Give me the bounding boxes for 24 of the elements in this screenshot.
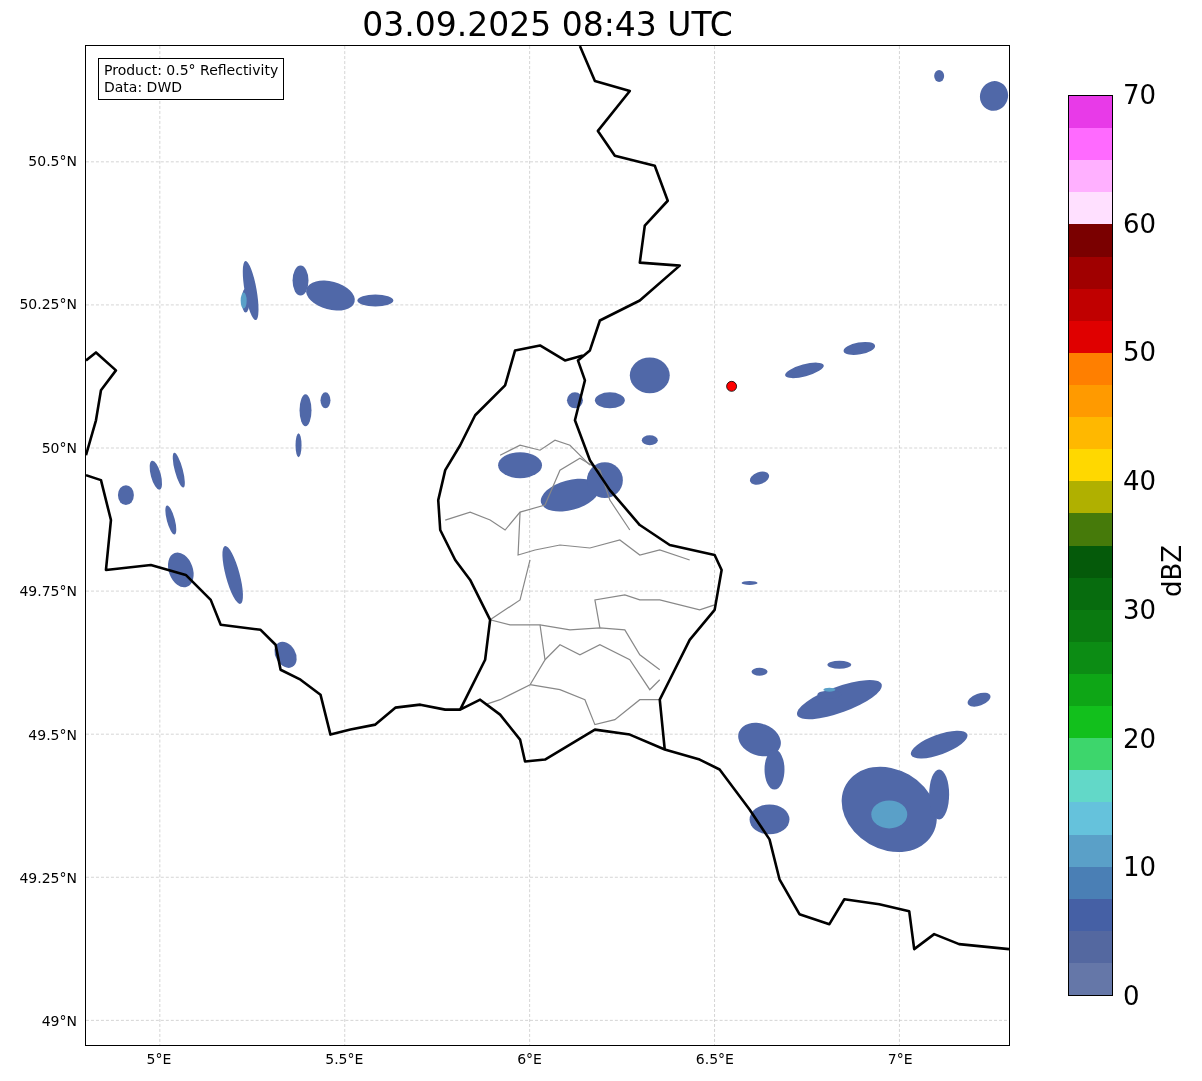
latitude-label: 49.25°N [19,869,77,887]
colorbar-tick-label: 70 [1123,80,1157,110]
colorbar-tick-label: 0 [1123,981,1140,1011]
colorbar-tick-label: 50 [1123,337,1157,368]
longitude-label: 6.5°E [695,1051,734,1067]
legend-text: Product: 0.5° Reflectivity [104,62,279,79]
latitude-label: 49.75°N [19,582,77,601]
legend-text: Data: DWD [104,79,183,96]
colorbar-tick-label: 20 [1123,723,1157,754]
colorbar-tick-label: 10 [1123,852,1157,883]
latitude-label: 50°N [41,438,77,457]
latitude-label: 50.25°N [19,295,77,314]
colorbar-tick-label: 60 [1123,208,1157,239]
longitude-label: 6°E [517,1051,542,1067]
colorbar-tick-label: 40 [1123,466,1157,497]
longitude-label: 7°E [887,1051,913,1067]
latitude-label: 49.5°N [28,725,77,744]
latitude-label: 50.5°N [28,152,77,170]
longitude-label: 5.5°E [325,1051,364,1067]
colorbar-tick-label: 30 [1123,594,1157,625]
chart-title: 03.09.2025 08:43 UTC [362,5,733,45]
colorbar-label: dBZ [1156,544,1187,597]
latitude-label: 49°N [41,1012,77,1031]
longitude-label: 5°E [146,1051,172,1067]
